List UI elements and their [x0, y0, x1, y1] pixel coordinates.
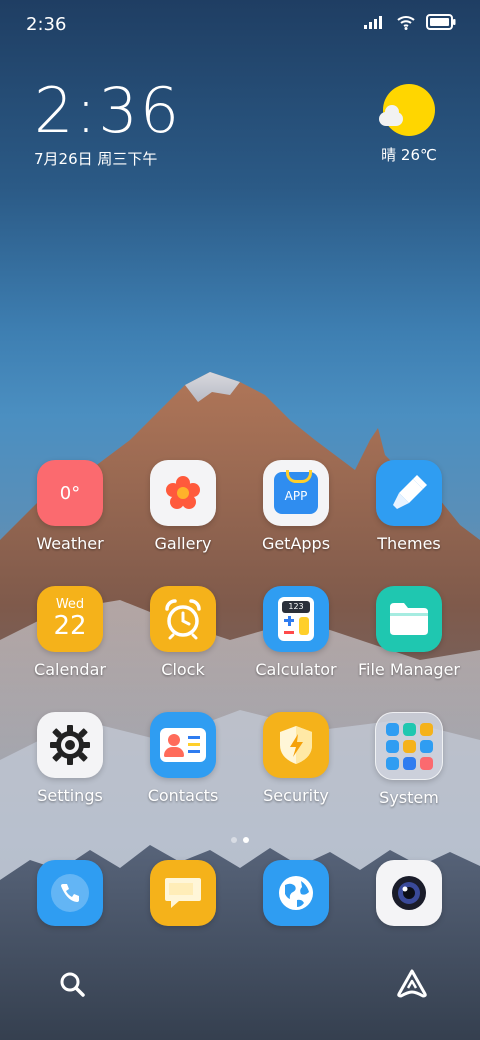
weather-text: 晴 26℃ — [381, 146, 437, 164]
calculator-display: 123 — [282, 601, 310, 613]
page-indicator[interactable] — [0, 828, 480, 847]
messages-icon — [150, 860, 216, 926]
calendar-day-name: Wed — [55, 597, 85, 612]
app-label: GetApps — [261, 534, 331, 553]
app-gallery[interactable]: Gallery — [127, 460, 239, 553]
app-label: Calendar — [34, 660, 106, 679]
assistant-icon[interactable] — [396, 968, 428, 998]
dock-camera[interactable] — [353, 860, 465, 926]
signal-icon — [364, 16, 382, 29]
themes-brush-icon — [376, 460, 442, 526]
app-label: Calculator — [255, 660, 337, 679]
getapps-badge: APP — [284, 489, 308, 503]
search-icon[interactable] — [58, 970, 86, 998]
app-label: Gallery — [154, 534, 212, 553]
gallery-flower-icon — [150, 460, 216, 526]
weather-widget[interactable]: 晴 26℃ — [374, 84, 444, 165]
dock-phone[interactable] — [14, 860, 126, 926]
app-themes[interactable]: Themes — [353, 460, 465, 553]
app-label: Settings — [37, 786, 103, 805]
app-getapps[interactable]: APP GetApps — [240, 460, 352, 553]
contact-card-icon — [150, 712, 216, 778]
dock — [0, 860, 480, 930]
app-label: Security — [263, 786, 329, 805]
system-folder-icon — [375, 712, 443, 780]
phone-icon — [37, 860, 103, 926]
getapps-bag-icon: APP — [263, 460, 329, 526]
sunny-icon — [379, 84, 435, 136]
status-time: 2:36 — [26, 14, 67, 35]
app-label: Weather — [36, 534, 104, 553]
app-label: Clock — [161, 660, 205, 679]
security-shield-icon — [263, 712, 329, 778]
camera-icon — [376, 860, 442, 926]
app-calculator[interactable]: 123 Calculator — [240, 586, 352, 679]
app-label: Contacts — [147, 786, 219, 805]
alarm-clock-icon — [150, 586, 216, 652]
page-dot — [231, 837, 237, 843]
settings-gear-icon — [37, 712, 103, 778]
app-settings[interactable]: Settings — [14, 712, 126, 805]
weather-icon: 0° — [37, 460, 103, 526]
folder-icon — [376, 586, 442, 652]
calendar-icon: Wed 22 — [37, 586, 103, 652]
app-calendar[interactable]: Wed 22 Calendar — [14, 586, 126, 679]
status-icons — [364, 14, 456, 30]
app-system-folder[interactable]: System — [353, 712, 465, 807]
app-contacts[interactable]: Contacts — [127, 712, 239, 805]
app-label: Themes — [377, 534, 441, 553]
dock-messages[interactable] — [127, 860, 239, 926]
status-bar: 2:36 — [0, 0, 480, 50]
page-dot-active — [243, 837, 249, 843]
app-weather[interactable]: 0° Weather — [14, 460, 126, 553]
dock-browser[interactable] — [240, 860, 352, 926]
clock-date: 7月26日 周三下午 — [34, 150, 158, 168]
clock-widget[interactable]: 2:36 7月26日 周三下午 — [34, 80, 181, 169]
app-label: File Manager — [358, 660, 460, 679]
app-clock[interactable]: Clock — [127, 586, 239, 679]
app-file-manager[interactable]: File Manager — [353, 586, 465, 679]
calendar-day-number: 22 — [53, 611, 87, 641]
browser-globe-icon — [263, 860, 329, 926]
weather-temp-badge: 0° — [59, 482, 81, 504]
clock-time: 2:36 — [34, 74, 182, 147]
calculator-icon: 123 — [263, 586, 329, 652]
wifi-icon — [397, 16, 415, 30]
app-label: System — [379, 788, 439, 807]
app-security[interactable]: Security — [240, 712, 352, 805]
battery-icon — [426, 14, 456, 30]
bottom-bar — [0, 958, 480, 1040]
